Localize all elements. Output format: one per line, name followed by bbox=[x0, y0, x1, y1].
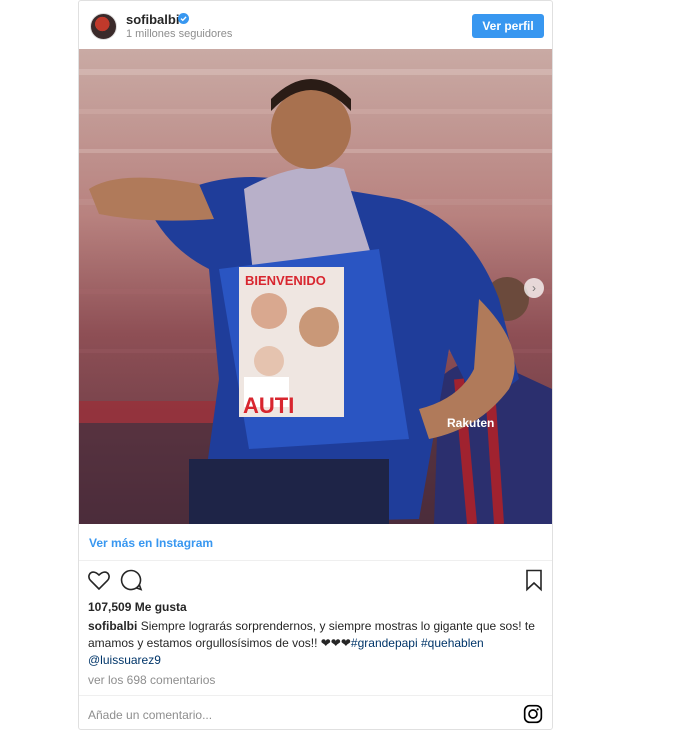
heart-icon[interactable] bbox=[87, 568, 111, 592]
post-header: sofibalbi 1 millones seguidores Ver perf… bbox=[79, 1, 552, 49]
verified-icon bbox=[178, 13, 189, 24]
comment-input[interactable]: Añade un comentario... bbox=[88, 708, 212, 722]
bookmark-icon[interactable] bbox=[522, 568, 546, 592]
instagram-icon[interactable] bbox=[523, 704, 543, 724]
follower-count: 1 millones seguidores bbox=[126, 28, 233, 40]
post-caption: sofibalbi Siempre lograrás sorprendernos… bbox=[88, 618, 538, 669]
hashtag-quehablen[interactable]: #quehablen bbox=[421, 636, 484, 650]
post-photo[interactable]: BIENVENIDO AUTI Rakuten › bbox=[79, 49, 552, 524]
photo-illustration: BIENVENIDO AUTI Rakuten bbox=[79, 49, 552, 524]
avatar[interactable] bbox=[90, 13, 117, 40]
like-count[interactable]: 107,509 Me gusta bbox=[88, 600, 187, 614]
view-profile-button[interactable]: Ver perfil bbox=[472, 14, 544, 38]
mention-luissuarez9[interactable]: @luissuarez9 bbox=[88, 653, 161, 667]
chevron-right-icon[interactable]: › bbox=[524, 278, 544, 298]
comment-icon[interactable] bbox=[119, 568, 143, 592]
divider bbox=[79, 560, 552, 561]
divider bbox=[79, 695, 552, 696]
view-all-comments-link[interactable]: ver los 698 comentarios bbox=[88, 673, 215, 687]
caption-username[interactable]: sofibalbi bbox=[88, 619, 137, 633]
view-more-on-instagram-link[interactable]: Ver más en Instagram bbox=[89, 536, 213, 550]
instagram-embed-card: sofibalbi 1 millones seguidores Ver perf… bbox=[78, 0, 553, 730]
shirt-text-top: BIENVENIDO bbox=[245, 273, 326, 288]
username[interactable]: sofibalbi bbox=[126, 12, 179, 27]
sponsor-logo: Rakuten bbox=[447, 416, 494, 430]
hashtag-grandepapi[interactable]: #grandepapi bbox=[351, 636, 418, 650]
shirt-text-bottom: AUTI bbox=[243, 393, 294, 418]
